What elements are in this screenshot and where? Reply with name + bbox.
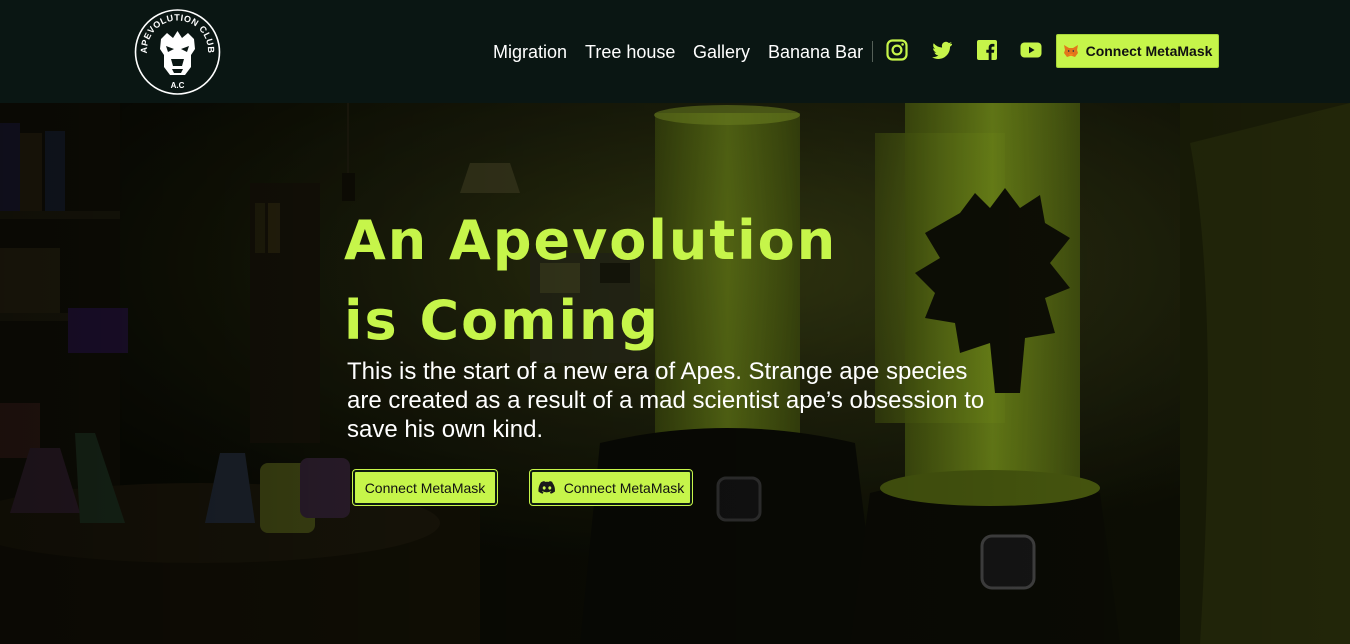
- twitter-icon[interactable]: [930, 38, 954, 62]
- connect-discord-hero-label: Connect MetaMask: [563, 479, 685, 496]
- main-nav: Migration Tree house Gallery Banana Bar …: [0, 0, 1350, 103]
- instagram-icon[interactable]: [885, 38, 909, 62]
- top-navbar: APEVOLUTION CLUB A.C Migration Tree hous…: [0, 0, 1350, 103]
- hero-title-line2: is Coming: [344, 289, 661, 352]
- connect-metamask-nav-button[interactable]: Connect MetaMask: [1056, 34, 1219, 68]
- youtube-icon[interactable]: [1019, 38, 1043, 62]
- nav-link-banana-bar[interactable]: Banana Bar: [768, 41, 863, 63]
- nav-link-gallery[interactable]: Gallery: [693, 41, 750, 63]
- discord-icon: [538, 480, 556, 495]
- hero-title: An Apevolution is Coming: [344, 201, 1044, 361]
- nav-link-tree-house[interactable]: Tree house: [585, 41, 675, 63]
- connect-metamask-nav-label: Connect MetaMask: [1085, 43, 1213, 59]
- hero-section: An Apevolution is Coming This is the sta…: [0, 103, 1350, 644]
- connect-discord-hero-button[interactable]: Connect MetaMask: [529, 469, 693, 506]
- nav-divider: [872, 41, 873, 62]
- hero-title-line1: An Apevolution: [344, 209, 838, 272]
- facebook-icon[interactable]: [975, 38, 999, 62]
- connect-metamask-hero-button[interactable]: Connect MetaMask: [352, 469, 498, 506]
- metamask-fox-icon: [1063, 44, 1079, 58]
- nav-link-migration[interactable]: Migration: [493, 41, 567, 63]
- hero-description: This is the start of a new era of Apes. …: [347, 358, 985, 443]
- connect-metamask-hero-label: Connect MetaMask: [364, 479, 486, 496]
